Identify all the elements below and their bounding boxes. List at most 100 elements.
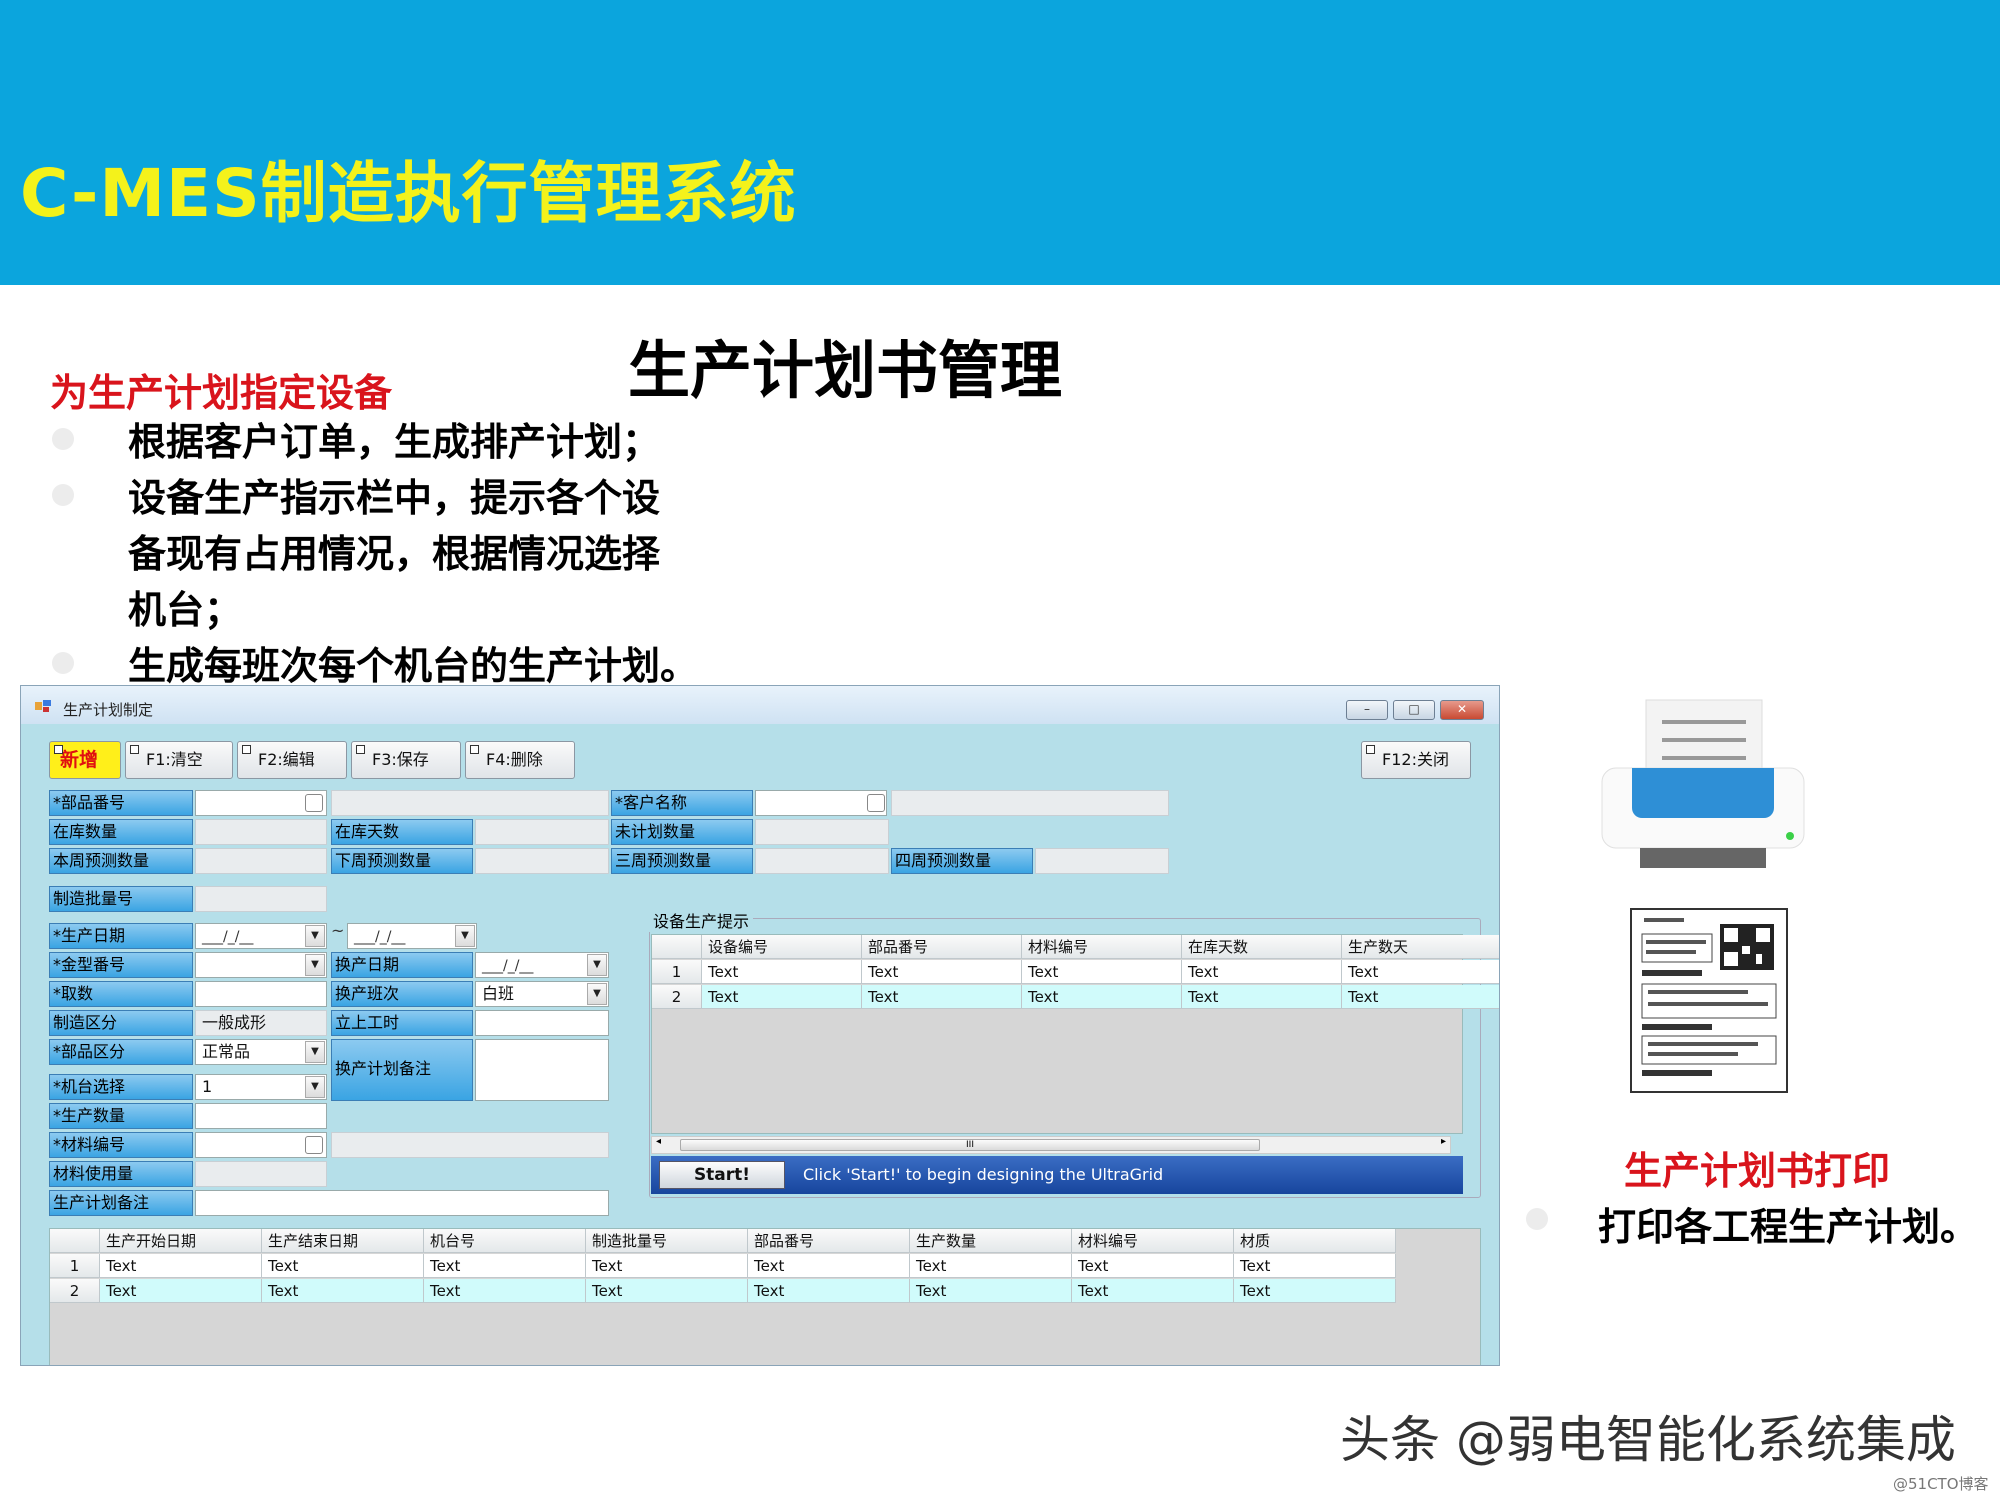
close-window-button[interactable]: ✕	[1440, 700, 1484, 720]
table-cell[interactable]: Text	[910, 1279, 1072, 1303]
table-cell[interactable]: Text	[1342, 985, 1499, 1009]
setup-time-input[interactable]	[475, 1010, 609, 1036]
button-marker-icon	[242, 745, 251, 754]
chevron-down-icon[interactable]: ▼	[305, 1076, 325, 1098]
chevron-down-icon[interactable]: ▼	[587, 983, 607, 1005]
unplanned-qty-label: 未计划数量	[611, 819, 753, 845]
new-button[interactable]: 新增	[49, 741, 121, 779]
cavity-input[interactable]	[195, 981, 327, 1007]
prod-qty-label: *生产数量	[49, 1103, 193, 1129]
row-number: 2	[50, 1279, 100, 1303]
table-cell[interactable]: Text	[1234, 1254, 1396, 1278]
minimize-button[interactable]: –	[1346, 700, 1388, 720]
column-header[interactable]: 材料编号	[1022, 935, 1182, 959]
printer-icon	[1601, 699, 1805, 868]
plan-grid: 生产开始日期 生产结束日期 机台号 制造批量号 部品番号 生产数量 材料编号 材质 1 Text T…	[49, 1228, 1481, 1365]
bullet-text: 根据客户订单，生成排产计划；	[128, 420, 661, 464]
app-window: 生产计划制定 – □ ✕ 新增 F1:清空 F2:编辑 F3:保存 F4:删除 …	[20, 685, 1500, 1366]
machine-label: *机台选择	[49, 1074, 193, 1100]
table-cell[interactable]: Text	[862, 985, 1022, 1009]
table-cell[interactable]: Text	[1182, 960, 1342, 984]
print-description: 打印各工程生产计划。	[1598, 1205, 1979, 1249]
table-cell[interactable]: Text	[702, 960, 862, 984]
table-cell[interactable]: Text	[862, 960, 1022, 984]
column-header[interactable]: 生产开始日期	[100, 1229, 262, 1253]
scroll-thumb[interactable]: III	[680, 1139, 1260, 1151]
week4-forecast-field	[1035, 848, 1169, 874]
prod-qty-input[interactable]	[195, 1103, 327, 1129]
bullet-dot	[52, 428, 74, 450]
table-cell[interactable]: Text	[424, 1279, 586, 1303]
horizontal-scrollbar[interactable]: ◂ III ▸	[651, 1136, 1451, 1154]
table-cell[interactable]: Text	[1234, 1279, 1396, 1303]
row-number: 1	[50, 1254, 100, 1278]
part-no-lookup-checkbox[interactable]	[305, 794, 323, 812]
column-header[interactable]: 部品番号	[862, 935, 1022, 959]
chevron-down-icon[interactable]: ▼	[305, 954, 325, 976]
customer-lookup-checkbox[interactable]	[867, 794, 885, 812]
close-button[interactable]: F12:关闭	[1361, 741, 1471, 779]
bullet-dot	[1526, 1208, 1548, 1230]
chevron-down-icon[interactable]: ▼	[305, 925, 325, 947]
column-header[interactable]: 生产数天	[1342, 935, 1499, 959]
table-cell[interactable]: Text	[1022, 985, 1182, 1009]
chevron-down-icon[interactable]: ▼	[455, 925, 475, 947]
button-marker-icon	[1366, 745, 1375, 754]
bullet-text: 设备生产指示栏中，提示各个设	[128, 476, 661, 520]
equipment-grid: 设备编号 部品番号 材料编号 在库天数 生产数天 1 Text Text Text Text Tex…	[651, 934, 1499, 1134]
column-header[interactable]: 在库天数	[1182, 935, 1342, 959]
table-cell[interactable]: Text	[100, 1279, 262, 1303]
stock-qty-label: 在库数量	[49, 819, 193, 845]
window-title: 生产计划制定	[63, 701, 154, 719]
column-header[interactable]: 生产数量	[910, 1229, 1072, 1253]
material-no-label: *材料编号	[49, 1132, 193, 1158]
print-title: 生产计划书打印	[1624, 1149, 1891, 1193]
section-title: 为生产计划指定设备	[50, 371, 393, 415]
column-header[interactable]: 材质	[1234, 1229, 1396, 1253]
column-header[interactable]: 生产结束日期	[262, 1229, 424, 1253]
grid-corner-cell[interactable]	[652, 935, 702, 959]
table-cell[interactable]: Text	[586, 1279, 748, 1303]
chevron-down-icon[interactable]: ▼	[305, 1041, 325, 1063]
change-note-textarea[interactable]	[475, 1039, 609, 1101]
clear-button[interactable]: F1:清空	[125, 741, 233, 779]
bullet-dot	[52, 484, 74, 506]
maximize-button[interactable]: □	[1393, 700, 1435, 720]
table-cell[interactable]: Text	[748, 1279, 910, 1303]
table-cell[interactable]: Text	[910, 1254, 1072, 1278]
unplanned-qty-field	[755, 819, 889, 845]
bullet-dot	[52, 652, 74, 674]
table-cell[interactable]: Text	[1182, 985, 1342, 1009]
column-header[interactable]: 设备编号	[702, 935, 862, 959]
table-cell[interactable]: Text	[1342, 960, 1499, 984]
grid-corner-cell[interactable]	[50, 1229, 100, 1253]
start-button[interactable]: Start!	[659, 1161, 785, 1189]
table-cell[interactable]: Text	[262, 1254, 424, 1278]
save-button[interactable]: F3:保存	[351, 741, 461, 779]
delete-button[interactable]: F4:删除	[465, 741, 575, 779]
ultragrid-start-bar: Start! Click 'Start!' to begin designing…	[651, 1156, 1463, 1194]
scroll-left-icon[interactable]: ◂	[656, 1136, 661, 1147]
plan-note-input[interactable]	[195, 1190, 609, 1216]
table-cell[interactable]: Text	[100, 1254, 262, 1278]
column-header[interactable]: 材料编号	[1072, 1229, 1234, 1253]
material-lookup-checkbox[interactable]	[305, 1136, 323, 1154]
table-cell[interactable]: Text	[424, 1254, 586, 1278]
table-cell[interactable]: Text	[1022, 960, 1182, 984]
column-header[interactable]: 制造批量号	[586, 1229, 748, 1253]
table-cell[interactable]: Text	[262, 1279, 424, 1303]
table-cell[interactable]: Text	[702, 985, 862, 1009]
scroll-right-icon[interactable]: ▸	[1441, 1136, 1446, 1147]
table-cell[interactable]: Text	[748, 1254, 910, 1278]
table-cell[interactable]: Text	[1072, 1279, 1234, 1303]
table-cell[interactable]: Text	[1072, 1254, 1234, 1278]
chevron-down-icon[interactable]: ▼	[587, 954, 607, 976]
window-titlebar[interactable]: 生产计划制定 – □ ✕	[21, 686, 1499, 724]
credit-text: @51CTO博客	[1893, 1475, 1989, 1493]
edit-button[interactable]: F2:编辑	[237, 741, 347, 779]
table-cell[interactable]: Text	[586, 1254, 748, 1278]
watermark: 头条 @弱电智能化系统集成	[1340, 1411, 1956, 1469]
stock-qty-field	[195, 819, 327, 845]
column-header[interactable]: 部品番号	[748, 1229, 910, 1253]
column-header[interactable]: 机台号	[424, 1229, 586, 1253]
